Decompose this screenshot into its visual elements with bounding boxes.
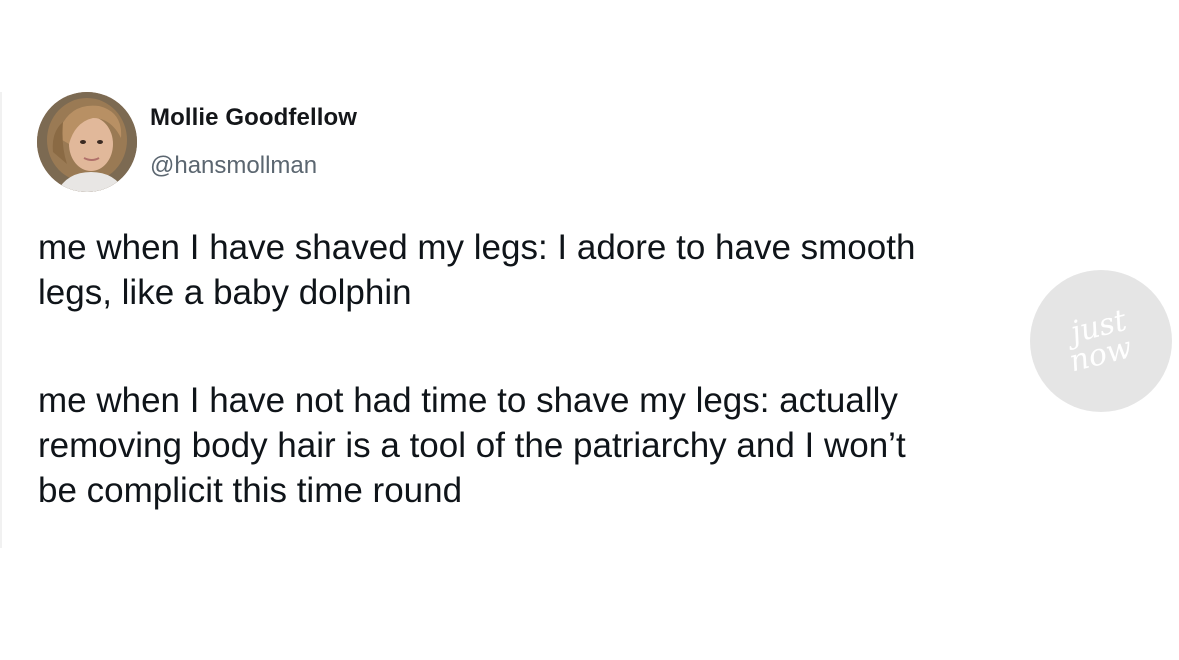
just-now-watermark: just now bbox=[1030, 270, 1172, 412]
tweet-text-line: me when I have shaved my legs: I adore t… bbox=[38, 228, 916, 267]
tweet-text-line: be complicit this time round bbox=[38, 471, 463, 510]
tweet-text-line: me when I have not had time to shave my … bbox=[38, 381, 898, 420]
tweet-text-paragraph-2: me when I have not had time to shave my … bbox=[38, 378, 1118, 513]
avatar[interactable] bbox=[37, 92, 137, 192]
tweet-text-line: legs, like a baby dolphin bbox=[38, 273, 412, 312]
author-name[interactable]: Mollie Goodfellow bbox=[150, 104, 357, 132]
author-handle[interactable]: @hansmollman bbox=[150, 152, 317, 180]
tweet-card: Mollie Goodfellow @hansmollman me when I… bbox=[0, 0, 1179, 660]
card-edge bbox=[0, 92, 2, 548]
tweet-text-line: removing body hair is a tool of the patr… bbox=[38, 426, 906, 465]
tweet-text-paragraph-1: me when I have shaved my legs: I adore t… bbox=[38, 225, 1118, 315]
